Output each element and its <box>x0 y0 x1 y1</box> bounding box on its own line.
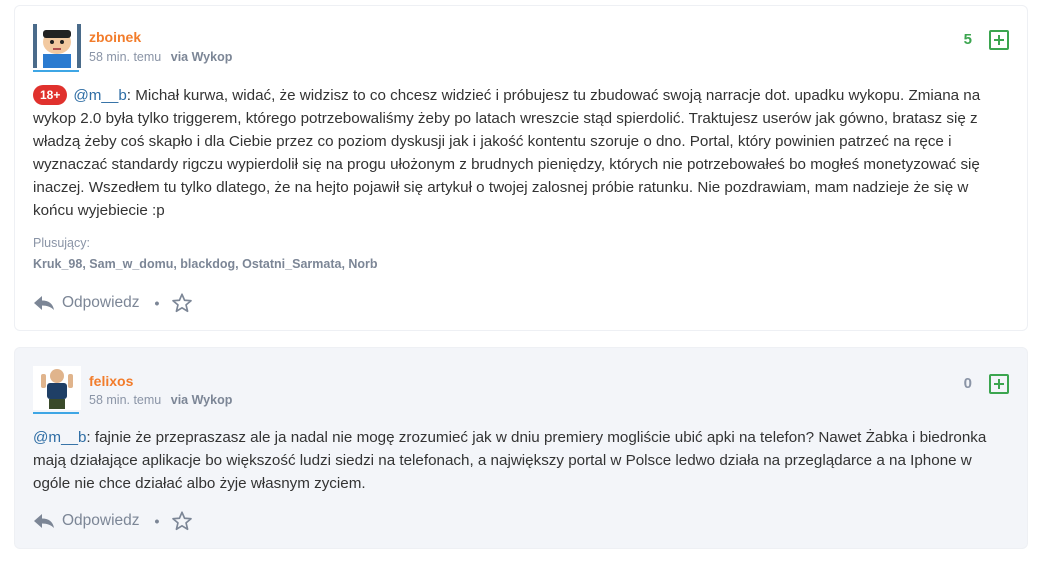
timestamp: 58 min. temu <box>89 50 162 64</box>
comment-meta: 58 min. temu via Wykop <box>89 50 232 64</box>
plus-square-icon[interactable] <box>989 374 1009 394</box>
author-name[interactable]: felixos <box>89 373 133 389</box>
timestamp: 58 min. temu <box>89 393 162 407</box>
plus-square-icon[interactable] <box>989 30 1009 50</box>
avatar-underline <box>33 412 79 414</box>
voters-list[interactable]: Kruk_98, Sam_w_domu, blackdog, Ostatni_S… <box>33 257 378 271</box>
avatar-underline <box>33 70 79 72</box>
comment-body: 18+ @m__b: Michał kurwa, widać, że widzis… <box>33 84 1009 222</box>
avatar[interactable] <box>33 366 81 410</box>
separator-dot: • <box>154 513 160 529</box>
vote-count: 5 <box>963 31 972 48</box>
vote-count: 0 <box>963 375 972 392</box>
reply-arrow-icon[interactable] <box>33 295 55 311</box>
nsfw-badge: 18+ <box>33 85 68 105</box>
comment-card: felixos 58 min. temu via Wykop 0 @m__b: … <box>14 347 1028 549</box>
reply-arrow-icon[interactable] <box>33 513 55 529</box>
via-source[interactable]: via Wykop <box>171 50 233 64</box>
reply-button[interactable]: Odpowiedz <box>62 512 140 530</box>
comment-card: zboinek 58 min. temu via Wykop 5 18+ @m__… <box>14 5 1028 331</box>
reply-button[interactable]: Odpowiedz <box>62 294 140 312</box>
star-outline-icon[interactable] <box>171 292 193 314</box>
star-outline-icon[interactable] <box>171 510 193 532</box>
comment-meta: 58 min. temu via Wykop <box>89 393 232 407</box>
separator-dot: • <box>154 295 160 311</box>
user-mention[interactable]: @m__b <box>33 429 86 446</box>
via-source[interactable]: via Wykop <box>171 393 233 407</box>
comment-actions: Odpowiedz • <box>33 510 193 532</box>
author-name[interactable]: zboinek <box>89 29 141 45</box>
comment-text: : fajnie że przepraszasz ale ja nadal ni… <box>33 429 987 492</box>
comment-body: @m__b: fajnie że przepraszasz ale ja nad… <box>33 426 1009 495</box>
comment-text: : Michał kurwa, widać, że widzisz to co … <box>33 87 981 219</box>
comment-actions: Odpowiedz • <box>33 292 193 314</box>
voters-label: Plusujący: <box>33 236 90 250</box>
avatar[interactable] <box>33 24 81 68</box>
user-mention[interactable]: @m__b <box>73 87 126 104</box>
